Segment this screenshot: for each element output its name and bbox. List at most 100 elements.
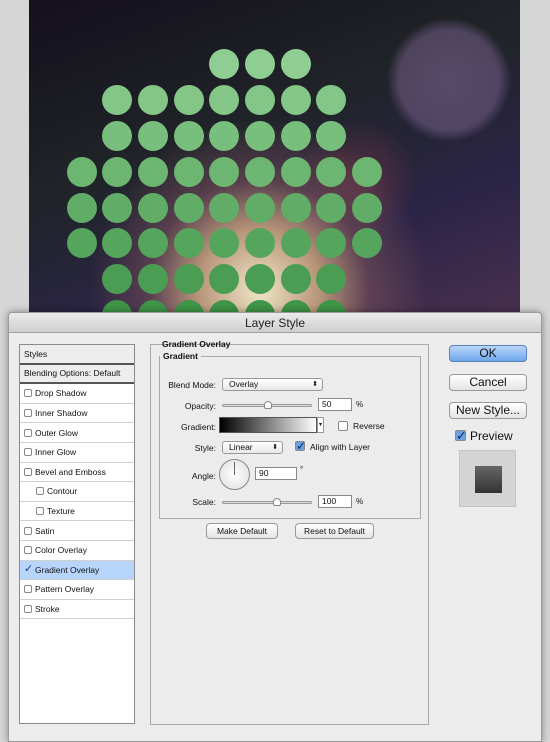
style-select[interactable]: Linear ⬍ [222, 441, 283, 454]
green-dot [316, 228, 346, 258]
opacity-slider[interactable] [222, 401, 312, 409]
style-item-texture[interactable]: Texture [20, 502, 134, 522]
green-dot [245, 264, 275, 294]
green-dot [138, 264, 168, 294]
scale-input[interactable]: 100 [318, 495, 352, 508]
green-dot [209, 228, 239, 258]
style-item-color-overlay[interactable]: Color Overlay [20, 541, 134, 561]
green-dot [281, 85, 311, 115]
style-item-label: Bevel and Emboss [35, 466, 106, 477]
green-dot [281, 157, 311, 187]
blend-mode-label: Blend Mode: [168, 380, 216, 390]
style-item-drop-shadow[interactable]: Drop Shadow [20, 384, 134, 404]
style-item-label: Outer Glow [35, 427, 78, 438]
style-item-contour[interactable]: Contour [20, 482, 134, 502]
style-item-stroke[interactable]: Stroke [20, 600, 134, 620]
scale-slider-thumb[interactable] [273, 498, 281, 506]
scale-slider[interactable] [222, 498, 312, 506]
style-item-label: Inner Glow [35, 447, 77, 458]
gradient-picker[interactable] [219, 417, 317, 433]
opacity-input[interactable]: 50 [318, 398, 352, 411]
green-dot [245, 85, 275, 115]
style-item-bevel-and-emboss[interactable]: Bevel and Emboss [20, 463, 134, 483]
green-dot [174, 121, 204, 151]
align-label: Align with Layer [310, 442, 371, 452]
preview-checkbox[interactable]: ✓ [455, 429, 467, 442]
opacity-unit: % [356, 400, 364, 409]
style-label: Style: [194, 443, 216, 453]
opacity-label: Opacity: [184, 401, 216, 411]
green-dot [316, 264, 346, 294]
style-item-inner-shadow[interactable]: Inner Shadow [20, 404, 134, 424]
style-item-label: Gradient Overlay [35, 564, 100, 575]
ok-button[interactable]: OK [449, 345, 527, 362]
green-dot [352, 228, 382, 258]
green-dot [138, 121, 168, 151]
green-dot [316, 85, 346, 115]
style-item-pattern-overlay[interactable]: Pattern Overlay [20, 580, 134, 600]
angle-dial[interactable] [219, 459, 250, 490]
gradient-dropdown-icon[interactable]: ▾ [317, 417, 324, 433]
align-checkbox[interactable]: ✓ [295, 440, 306, 452]
checkbox-icon[interactable] [24, 467, 32, 476]
layer-style-dialog: Layer Style Styles Blending Options: Def… [8, 312, 542, 742]
style-item-outer-glow[interactable]: Outer Glow [20, 423, 134, 443]
green-dot [209, 85, 239, 115]
green-dot [209, 157, 239, 187]
checkbox-checked-icon[interactable]: ✓ [24, 563, 33, 574]
blend-mode-select[interactable]: Overlay ⬍ [222, 378, 323, 391]
document-canvas [29, 0, 520, 320]
preview-thumbnail [459, 450, 516, 507]
checkbox-icon[interactable] [24, 448, 32, 457]
style-item-inner-glow[interactable]: Inner Glow [20, 443, 134, 463]
reverse-checkbox[interactable] [338, 421, 348, 431]
gradient-label: Gradient: [181, 422, 216, 432]
section-title: Gradient Overlay [162, 339, 231, 349]
dialog-title: Layer Style [9, 313, 541, 333]
blend-mode-value: Overlay [229, 379, 259, 389]
gradient-overlay-panel: Gradient Overlay Gradient Blend Mode: Ov… [150, 339, 429, 725]
green-dot [245, 157, 275, 187]
reset-to-default-button[interactable]: Reset to Default [295, 523, 374, 539]
style-item-label: Drop Shadow [35, 388, 87, 399]
green-dot [352, 157, 382, 187]
green-dot [209, 49, 239, 79]
green-dot [102, 228, 132, 258]
green-dot [67, 193, 97, 223]
group-gradient: Gradient [159, 351, 421, 519]
styles-header[interactable]: Styles [20, 345, 134, 365]
green-dot [245, 228, 275, 258]
checkbox-icon[interactable] [24, 428, 32, 437]
green-dot [102, 85, 132, 115]
checkbox-icon[interactable] [24, 409, 32, 418]
green-dot [281, 264, 311, 294]
style-item-label: Texture [47, 506, 75, 517]
style-item-gradient-overlay[interactable]: ✓ Gradient Overlay [20, 560, 134, 581]
checkbox-icon[interactable] [24, 605, 32, 614]
green-dot [138, 157, 168, 187]
checkbox-icon[interactable] [36, 507, 44, 516]
opacity-slider-thumb[interactable] [264, 401, 272, 409]
checkbox-icon[interactable] [24, 546, 32, 555]
angle-input[interactable]: 90 [255, 467, 297, 480]
new-style-button[interactable]: New Style... [449, 402, 527, 419]
style-item-label: Inner Shadow [35, 408, 88, 419]
green-dot [174, 157, 204, 187]
checkbox-icon[interactable] [36, 487, 44, 496]
make-default-button[interactable]: Make Default [206, 523, 278, 539]
green-dot [102, 264, 132, 294]
green-dot [209, 264, 239, 294]
styles-list: Styles Blending Options: Default Drop Sh… [19, 344, 135, 724]
style-item-satin[interactable]: Satin [20, 521, 134, 541]
green-dot [138, 85, 168, 115]
green-dot [138, 193, 168, 223]
checkbox-icon[interactable] [24, 389, 32, 398]
blending-options[interactable]: Blending Options: Default [20, 364, 134, 385]
cancel-button[interactable]: Cancel [449, 374, 527, 391]
green-dot [281, 121, 311, 151]
green-dot [174, 228, 204, 258]
green-dot [281, 49, 311, 79]
checkbox-icon[interactable] [24, 526, 32, 535]
checkbox-icon[interactable] [24, 585, 32, 594]
green-dot [174, 193, 204, 223]
